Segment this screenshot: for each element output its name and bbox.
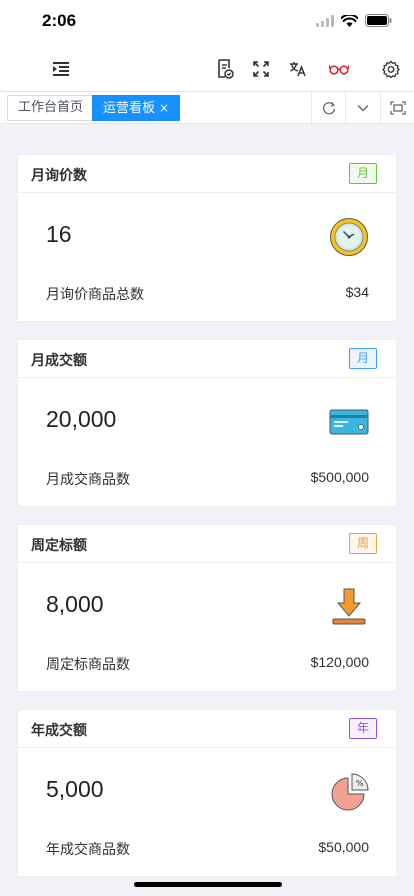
card-footer-value: $50,000 bbox=[318, 839, 369, 855]
top-toolbar bbox=[0, 46, 414, 92]
chevron-down-icon[interactable] bbox=[345, 92, 379, 124]
card-value: 16 bbox=[46, 221, 72, 247]
stat-card-monthly-turnover: 月成交额 月 20,000 月成交商品数 $500,000 bbox=[17, 339, 397, 507]
card-title: 月成交额 bbox=[31, 353, 87, 369]
card-title: 周定标额 bbox=[31, 538, 87, 554]
fullscreen-icon[interactable] bbox=[249, 57, 273, 81]
settings-gear-icon[interactable] bbox=[379, 57, 403, 81]
card-header: 周定标额 周 bbox=[18, 525, 396, 563]
dashboard-content: 月询价数 月 16 月询价商品总数 $34 月成交额 月 20,000 月成交商… bbox=[0, 124, 414, 896]
home-indicator[interactable] bbox=[134, 882, 282, 887]
clock-icon bbox=[329, 217, 369, 257]
card-footer-value: $500,000 bbox=[310, 469, 369, 485]
period-badge: 年 bbox=[348, 718, 377, 739]
document-check-icon[interactable] bbox=[213, 57, 237, 81]
tab-workbench-home[interactable]: 工作台首页 bbox=[7, 95, 95, 121]
pie-chart-icon: % bbox=[329, 772, 369, 812]
signal-icon bbox=[316, 14, 334, 27]
menu-indent-icon[interactable] bbox=[49, 57, 73, 81]
stat-card-weekly-award: 周定标额 周 8,000 周定标商品数 $120,000 bbox=[17, 524, 397, 692]
period-badge: 月 bbox=[348, 163, 377, 184]
tab-operations-board[interactable]: 运营看板 × bbox=[92, 95, 181, 121]
card-title: 月询价数 bbox=[31, 168, 87, 184]
card-value: 5,000 bbox=[46, 776, 104, 802]
tabs-bar: 工作台首页 运营看板 × bbox=[0, 92, 414, 124]
card-header: 月成交额 月 bbox=[18, 340, 396, 378]
card-footer-value: $34 bbox=[345, 284, 369, 300]
card-value: 8,000 bbox=[46, 591, 104, 617]
glasses-icon[interactable] bbox=[327, 57, 351, 81]
battery-icon bbox=[365, 14, 392, 27]
card-footer-label: 月成交商品数 bbox=[46, 472, 130, 488]
period-badge: 周 bbox=[348, 533, 377, 554]
download-arrow-icon bbox=[329, 587, 369, 627]
card-value: 20,000 bbox=[46, 406, 117, 432]
status-bar: 2:06 bbox=[0, 0, 414, 46]
wifi-icon bbox=[341, 14, 358, 27]
translate-icon[interactable] bbox=[286, 57, 310, 81]
card-header: 月询价数 月 bbox=[18, 155, 396, 193]
card-footer-value: $120,000 bbox=[310, 654, 369, 670]
card-footer-label: 周定标商品数 bbox=[46, 657, 130, 673]
period-badge: 月 bbox=[348, 348, 377, 369]
tab-close-icon[interactable]: × bbox=[159, 101, 169, 115]
credit-card-icon bbox=[329, 402, 369, 442]
status-icons bbox=[316, 14, 392, 27]
card-header: 年成交额 年 bbox=[18, 710, 396, 748]
card-title: 年成交额 bbox=[31, 723, 87, 739]
svg-text:%: % bbox=[356, 779, 364, 788]
tab-label: 工作台首页 bbox=[18, 100, 84, 115]
status-time: 2:06 bbox=[42, 11, 77, 30]
maximize-icon[interactable] bbox=[380, 92, 414, 124]
card-footer-label: 年成交商品数 bbox=[46, 842, 130, 858]
stat-card-monthly-inquiries: 月询价数 月 16 月询价商品总数 $34 bbox=[17, 154, 397, 322]
tab-label: 运营看板 bbox=[103, 101, 156, 116]
refresh-icon[interactable] bbox=[311, 92, 345, 124]
card-footer-label: 月询价商品总数 bbox=[46, 287, 144, 303]
stat-card-annual-turnover: 年成交额 年 5,000 % 年成交商品数 $50,000 bbox=[17, 709, 397, 877]
